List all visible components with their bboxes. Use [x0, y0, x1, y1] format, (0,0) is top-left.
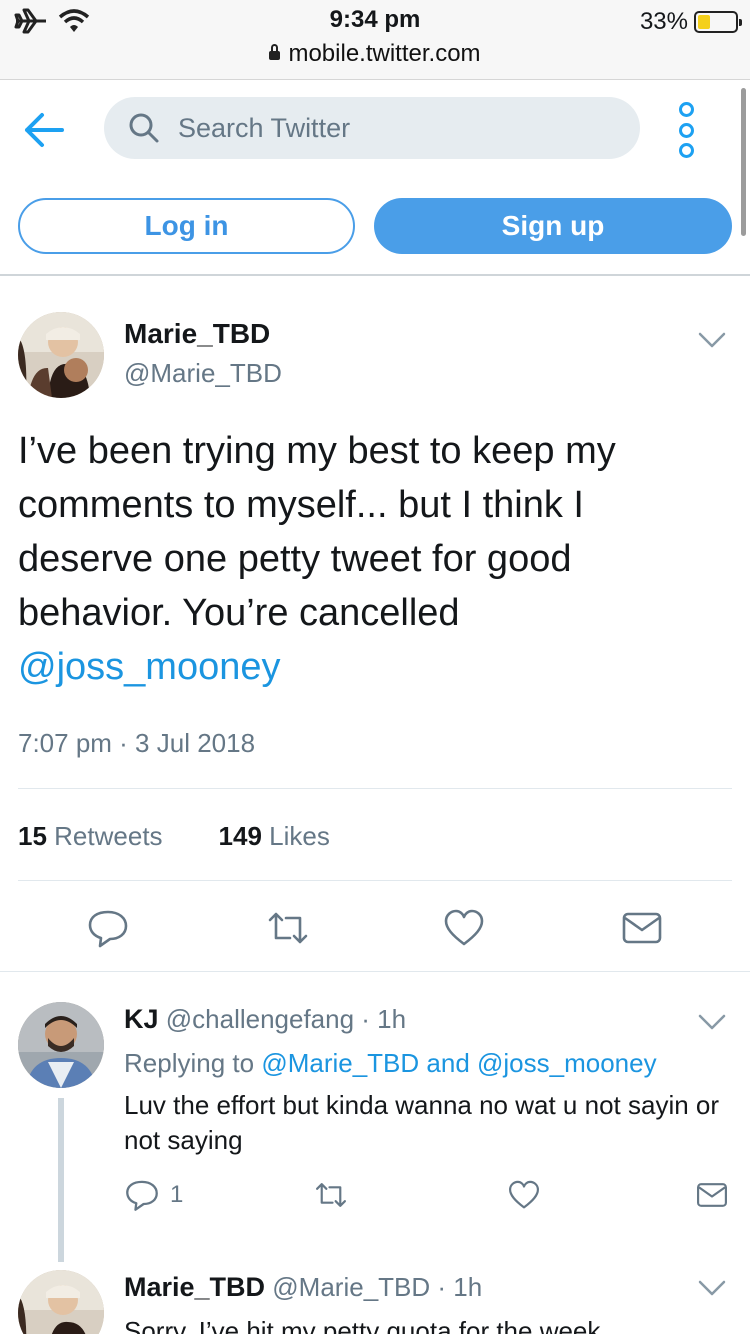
thread-line — [58, 1098, 64, 1262]
replying-prefix: Replying to — [124, 1048, 255, 1078]
user-handle[interactable]: @Marie_TBD — [272, 1272, 430, 1302]
chevron-down-icon[interactable] — [697, 1278, 727, 1298]
display-name[interactable]: KJ — [124, 1004, 159, 1034]
avatar[interactable] — [18, 312, 104, 398]
top-header: Log in Sign up — [0, 80, 750, 276]
retweets-stat[interactable]: 15 Retweets — [18, 821, 163, 852]
reply-count: 1 — [170, 1181, 184, 1208]
reply-time: · 1h — [430, 1272, 483, 1302]
likes-label: Likes — [269, 821, 330, 851]
retweet-icon[interactable] — [266, 906, 310, 950]
url-bar[interactable]: mobile.twitter.com — [0, 40, 750, 68]
tweet-body: I’ve been trying my best to keep my comm… — [18, 430, 616, 634]
main-tweet: Marie_TBD @Marie_TBD I’ve been trying my… — [0, 276, 750, 972]
tweet-stats: 15 Retweets 149 Likes — [18, 821, 330, 852]
likes-count: 149 — [218, 821, 262, 851]
reply-tweet[interactable]: KJ @challengefang · 1h Replying to @Mari… — [0, 972, 750, 1262]
reply-header: Marie_TBD @Marie_TBD · 1h — [124, 1272, 482, 1303]
reply-icon — [126, 1180, 158, 1211]
replying-to-mentions[interactable]: @Marie_TBD and @joss_mooney — [261, 1048, 656, 1078]
divider — [18, 880, 732, 881]
divider — [18, 788, 732, 789]
display-name[interactable]: Marie_TBD — [124, 1272, 265, 1302]
retweet-icon[interactable] — [312, 1178, 350, 1212]
retweets-count: 15 — [18, 821, 47, 851]
signup-button[interactable]: Sign up — [374, 198, 732, 254]
retweets-label: Retweets — [54, 821, 163, 851]
reply-action[interactable]: 1 — [124, 1178, 183, 1212]
message-icon[interactable] — [620, 906, 664, 950]
likes-stat[interactable]: 149 Likes — [219, 821, 330, 852]
message-icon[interactable] — [694, 1178, 730, 1212]
user-handle[interactable]: @Marie_TBD — [124, 358, 282, 389]
battery-icon — [694, 11, 742, 33]
mention-link[interactable]: @joss_mooney — [18, 646, 280, 688]
tweet-text: I’ve been trying my best to keep my comm… — [18, 424, 718, 694]
battery-percent: 33% — [639, 8, 688, 35]
reply-header: KJ @challengefang · 1h — [124, 1004, 406, 1035]
like-icon[interactable] — [442, 906, 486, 950]
url-text: mobile.twitter.com — [288, 40, 481, 67]
reply-tweet[interactable]: Marie_TBD @Marie_TBD · 1h Sorry, I’ve hi… — [0, 1262, 750, 1334]
search-box[interactable] — [104, 97, 640, 159]
chevron-down-icon[interactable] — [697, 330, 727, 350]
avatar[interactable] — [18, 1002, 104, 1088]
reply-text: Luv the effort but kinda wanna no wat u … — [124, 1090, 720, 1155]
scrollbar[interactable] — [741, 88, 746, 236]
user-handle[interactable]: @challengefang — [166, 1004, 354, 1034]
status-time: 9:34 pm — [329, 6, 421, 33]
tweet-timestamp[interactable]: 7:07 pm · 3 Jul 2018 — [18, 728, 255, 759]
more-options-icon[interactable] — [672, 102, 700, 158]
avatar[interactable] — [18, 1270, 104, 1334]
lock-icon — [269, 44, 281, 60]
like-icon[interactable] — [506, 1178, 542, 1212]
back-arrow-icon[interactable] — [22, 108, 66, 152]
reply-icon[interactable] — [86, 906, 130, 950]
search-icon — [129, 113, 159, 143]
replying-to: Replying to @Marie_TBD and @joss_mooney — [124, 1048, 657, 1079]
reply-time: · 1h — [354, 1004, 407, 1034]
login-button[interactable]: Log in — [18, 198, 355, 254]
status-right: 33% — [639, 8, 742, 36]
search-input[interactable] — [178, 112, 598, 144]
battery-level — [698, 15, 710, 29]
display-name[interactable]: Marie_TBD — [124, 318, 270, 350]
reply-text: Sorry, I’ve hit my petty quota for the w… — [124, 1316, 601, 1334]
chevron-down-icon[interactable] — [697, 1012, 727, 1032]
status-bar: 9:34 pm mobile.twitter.com 33% — [0, 0, 750, 80]
